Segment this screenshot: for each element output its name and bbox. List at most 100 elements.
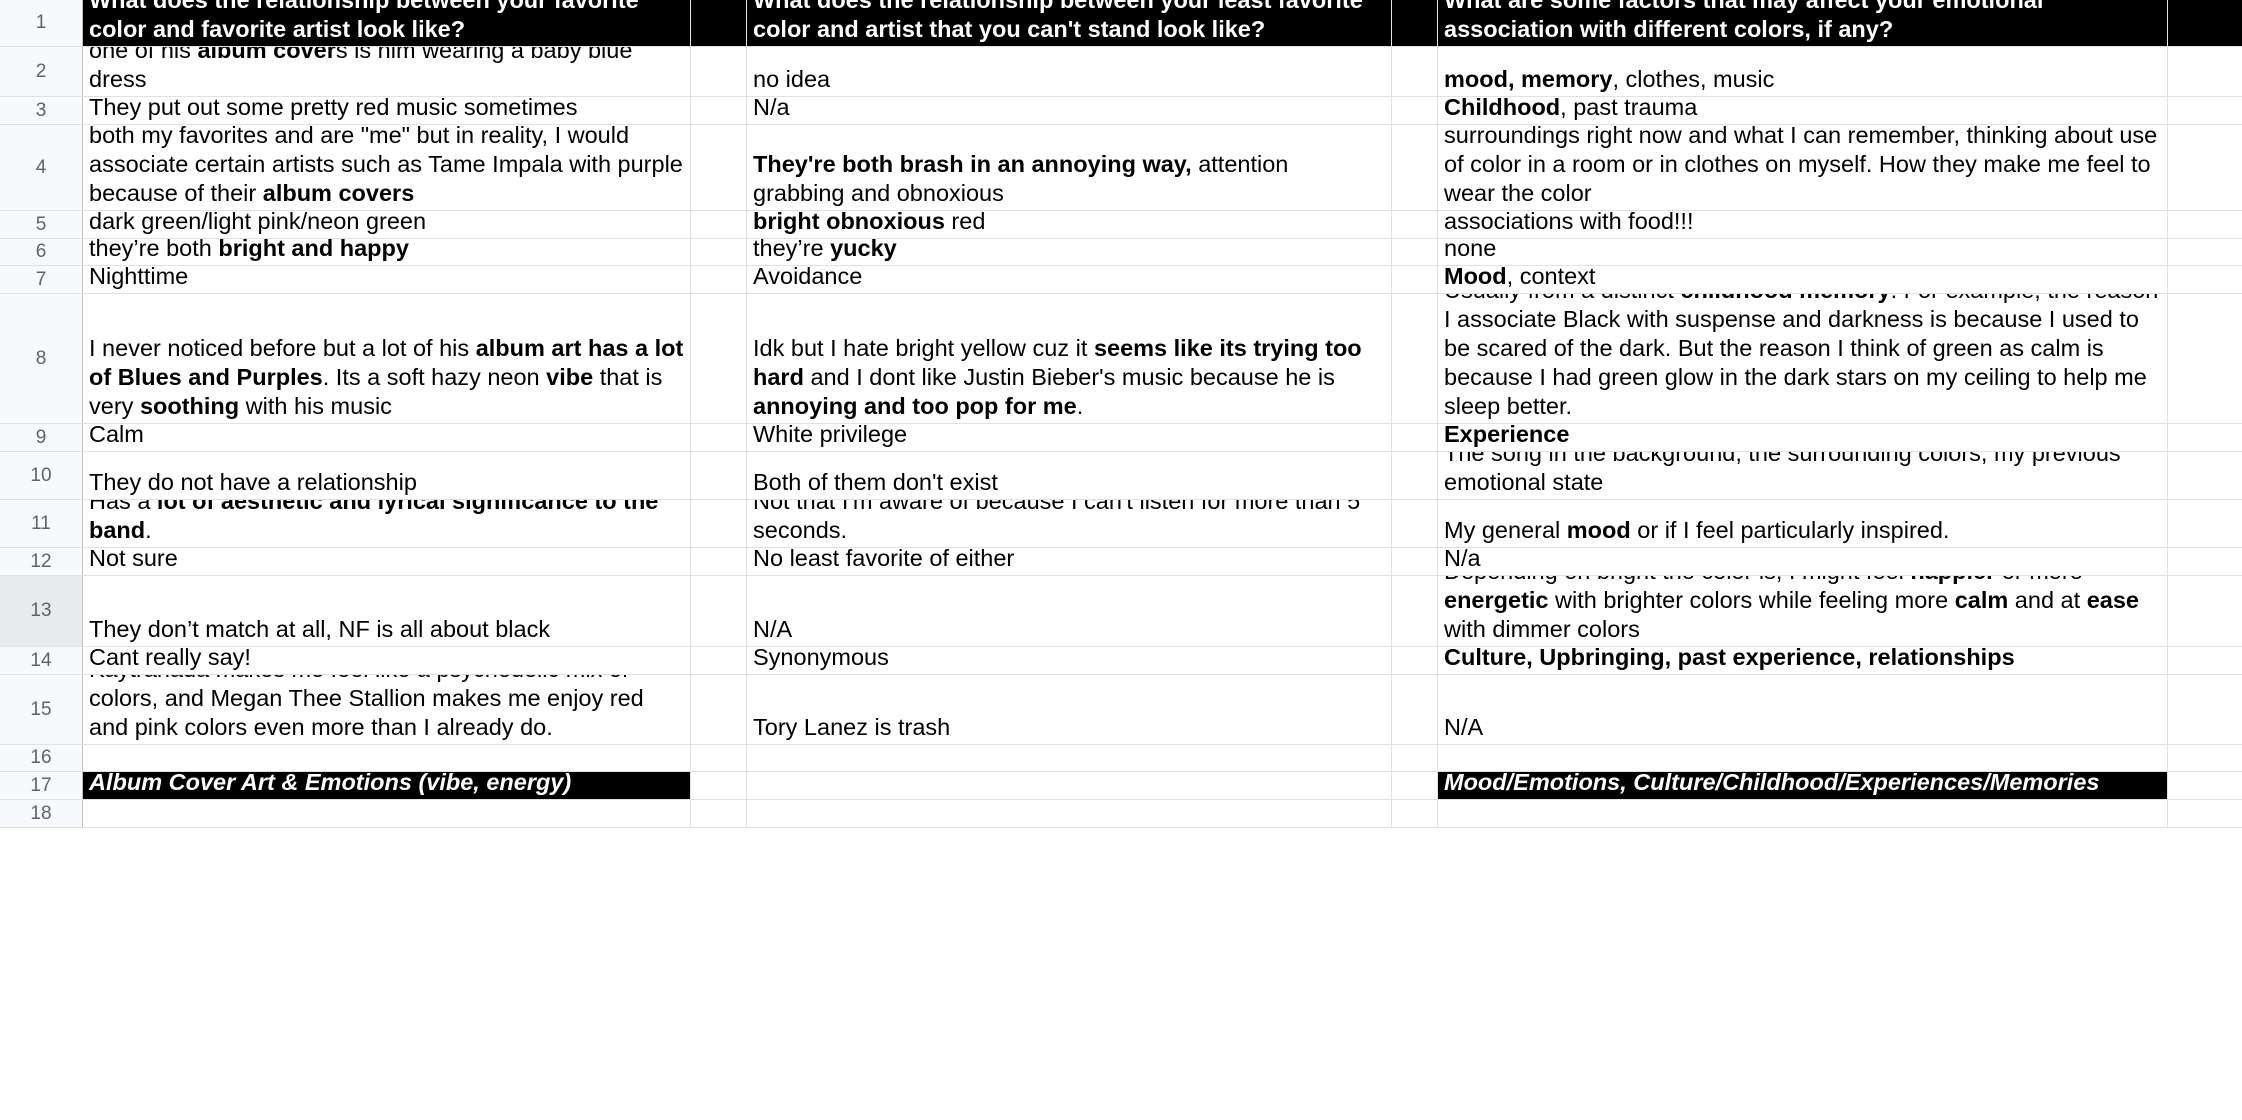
cell-c4-row-8[interactable] — [1392, 294, 1438, 423]
cell-c2-row-14[interactable] — [691, 647, 747, 674]
cell-c4-row-6[interactable] — [1392, 239, 1438, 265]
row-header[interactable]: 14 — [0, 647, 83, 674]
row-header[interactable]: 5 — [0, 211, 83, 238]
cell-c3-row-2[interactable]: no idea — [747, 47, 1392, 96]
cell-c2-row-16[interactable] — [691, 745, 747, 771]
cell-c3-row-6[interactable]: they’re yucky — [747, 239, 1392, 265]
cell-c1-row-1[interactable]: What does the relationship between your … — [83, 0, 691, 46]
cell-c3-row-10[interactable]: Both of them don't exist — [747, 452, 1392, 499]
cell-c2-row-9[interactable] — [691, 424, 747, 451]
cell-c2-row-4[interactable] — [691, 125, 747, 210]
cell-c5-row-17[interactable]: Mood/Emotions, Culture/Childhood/Experie… — [1438, 772, 2168, 799]
spreadsheet-grid[interactable]: 1 What does the relationship between your… — [0, 0, 2242, 1120]
cell-c6-row-17[interactable] — [2168, 772, 2242, 799]
cell-c6-row-11[interactable] — [2168, 500, 2242, 547]
row-header[interactable]: 17 — [0, 772, 83, 799]
cell-c6-row-6[interactable] — [2168, 239, 2242, 265]
cell-c2-row-8[interactable] — [691, 294, 747, 423]
cell-c6-row-16[interactable] — [2168, 745, 2242, 771]
cell-c5-row-7[interactable]: Mood, context — [1438, 266, 2168, 293]
cell-c1-row-11[interactable]: Has a lot of aesthetic and lyrical signi… — [83, 500, 691, 547]
cell-c4-row-18[interactable] — [1392, 800, 1438, 827]
cell-c5-row-18[interactable] — [1438, 800, 2168, 827]
cell-c1-row-10[interactable]: They do not have a relationship — [83, 452, 691, 499]
cell-c1-row-2[interactable]: one of his album covers is him wearing a… — [83, 47, 691, 96]
cell-c2-row-6[interactable] — [691, 239, 747, 265]
cell-c1-row-9[interactable]: Calm — [83, 424, 691, 451]
cell-c3-row-17[interactable] — [747, 772, 1392, 799]
cell-c6-row-10[interactable] — [2168, 452, 2242, 499]
cell-c5-row-6[interactable]: none — [1438, 239, 2168, 265]
cell-c6-row-18[interactable] — [2168, 800, 2242, 827]
cell-c2-row-7[interactable] — [691, 266, 747, 293]
cell-c1-row-14[interactable]: Cant really say! — [83, 647, 691, 674]
cell-c6-row-9[interactable] — [2168, 424, 2242, 451]
cell-c4-row-10[interactable] — [1392, 452, 1438, 499]
cell-c4-row-13[interactable] — [1392, 576, 1438, 646]
cell-c6-row-5[interactable] — [2168, 211, 2242, 238]
cell-c1-row-8[interactable]: I never noticed before but a lot of his … — [83, 294, 691, 423]
cell-c1-row-7[interactable]: Nighttime — [83, 266, 691, 293]
cell-c4-row-12[interactable] — [1392, 548, 1438, 575]
cell-c5-row-5[interactable]: associations with food!!! — [1438, 211, 2168, 238]
cell-c3-row-3[interactable]: N/a — [747, 97, 1392, 124]
cell-c5-row-12[interactable]: N/a — [1438, 548, 2168, 575]
row-header[interactable]: 18 — [0, 800, 83, 827]
cell-c6-row-1[interactable] — [2168, 0, 2242, 46]
cell-c2-row-3[interactable] — [691, 97, 747, 124]
row-header[interactable]: 6 — [0, 239, 83, 265]
cell-c2-row-1[interactable] — [691, 0, 747, 46]
cell-c1-row-4[interactable]: To me they have a similar energy just be… — [83, 125, 691, 210]
cell-c5-row-11[interactable]: My general mood or if I feel particularl… — [1438, 500, 2168, 547]
cell-c1-row-15[interactable]: Kaytranada makes me feel like a psychede… — [83, 675, 691, 744]
cell-c5-row-13[interactable]: Depending on bright the color is, I migh… — [1438, 576, 2168, 646]
cell-c4-row-16[interactable] — [1392, 745, 1438, 771]
row-header[interactable]: 12 — [0, 548, 83, 575]
row-header[interactable]: 1 — [0, 0, 83, 46]
cell-c1-row-13[interactable]: They don’t match at all, NF is all about… — [83, 576, 691, 646]
cell-c1-row-6[interactable]: they’re both bright and happy — [83, 239, 691, 265]
cell-c6-row-3[interactable] — [2168, 97, 2242, 124]
row-header[interactable]: 4 — [0, 125, 83, 210]
cell-c6-row-2[interactable] — [2168, 47, 2242, 96]
cell-c2-row-13[interactable] — [691, 576, 747, 646]
cell-c3-row-4[interactable]: They're both brash in an annoying way, a… — [747, 125, 1392, 210]
cell-c3-row-14[interactable]: Synonymous — [747, 647, 1392, 674]
cell-c6-row-12[interactable] — [2168, 548, 2242, 575]
cell-c2-row-5[interactable] — [691, 211, 747, 238]
cell-c3-row-9[interactable]: White privilege — [747, 424, 1392, 451]
cell-c5-row-8[interactable]: Usually from a distinct childhood memory… — [1438, 294, 2168, 423]
row-header[interactable]: 8 — [0, 294, 83, 423]
cell-c5-row-16[interactable] — [1438, 745, 2168, 771]
cell-c3-row-13[interactable]: N/A — [747, 576, 1392, 646]
cell-c4-row-7[interactable] — [1392, 266, 1438, 293]
cell-c5-row-14[interactable]: Culture, Upbringing, past experience, re… — [1438, 647, 2168, 674]
cell-c3-row-12[interactable]: No least favorite of either — [747, 548, 1392, 575]
cell-c1-row-5[interactable]: dark green/light pink/neon green — [83, 211, 691, 238]
cell-c4-row-15[interactable] — [1392, 675, 1438, 744]
cell-c3-row-1[interactable]: What does the relationship between your … — [747, 0, 1392, 46]
row-header[interactable]: 10 — [0, 452, 83, 499]
cell-c6-row-15[interactable] — [2168, 675, 2242, 744]
row-header[interactable]: 9 — [0, 424, 83, 451]
cell-c6-row-8[interactable] — [2168, 294, 2242, 423]
cell-c1-row-16[interactable] — [83, 745, 691, 771]
row-header[interactable]: 2 — [0, 47, 83, 96]
row-header[interactable]: 13 — [0, 576, 83, 646]
cell-c3-row-15[interactable]: Tory Lanez is trash — [747, 675, 1392, 744]
cell-c6-row-13[interactable] — [2168, 576, 2242, 646]
cell-c4-row-9[interactable] — [1392, 424, 1438, 451]
row-header[interactable]: 11 — [0, 500, 83, 547]
row-header[interactable]: 16 — [0, 745, 83, 771]
cell-c4-row-4[interactable] — [1392, 125, 1438, 210]
cell-c3-row-8[interactable]: Idk but I hate bright yellow cuz it seem… — [747, 294, 1392, 423]
cell-c5-row-9[interactable]: Experience — [1438, 424, 2168, 451]
cell-c5-row-2[interactable]: mood, memory, clothes, music — [1438, 47, 2168, 96]
cell-c6-row-7[interactable] — [2168, 266, 2242, 293]
row-header[interactable]: 7 — [0, 266, 83, 293]
cell-c4-row-3[interactable] — [1392, 97, 1438, 124]
cell-c6-row-14[interactable] — [2168, 647, 2242, 674]
cell-c5-row-15[interactable]: N/A — [1438, 675, 2168, 744]
row-header[interactable]: 3 — [0, 97, 83, 124]
cell-c4-row-5[interactable] — [1392, 211, 1438, 238]
